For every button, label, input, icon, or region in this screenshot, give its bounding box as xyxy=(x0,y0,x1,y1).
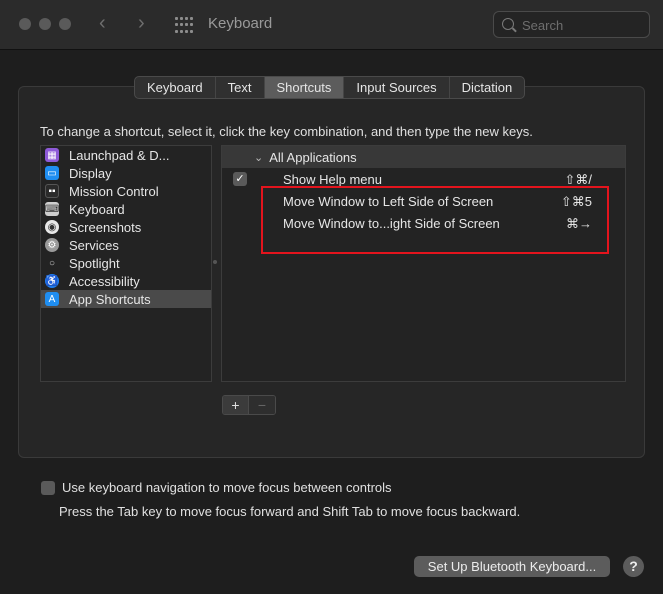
category-label: Services xyxy=(69,237,119,253)
add-shortcut-button[interactable]: + xyxy=(223,396,249,414)
keyboard-icon: ⌨ xyxy=(44,202,60,216)
services-icon: ⚙ xyxy=(45,238,59,252)
close-window-button[interactable] xyxy=(19,18,31,30)
category-label: Accessibility xyxy=(69,273,140,289)
help-button[interactable]: ? xyxy=(623,556,644,577)
keyboard-navigation-hint: Press the Tab key to move focus forward … xyxy=(59,504,521,519)
tab-keyboard[interactable]: Keyboard xyxy=(135,77,216,98)
instructions-text: To change a shortcut, select it, click t… xyxy=(40,124,533,139)
keyboard-navigation-label[interactable]: Use keyboard navigation to move focus be… xyxy=(62,480,392,495)
minimize-window-button[interactable] xyxy=(39,18,51,30)
search-icon xyxy=(502,18,514,30)
setup-bluetooth-keyboard-button[interactable]: Set Up Bluetooth Keyboard... xyxy=(414,556,610,577)
disclosure-chevron-icon[interactable]: ⌄ xyxy=(254,151,263,164)
group-label: All Applications xyxy=(269,149,357,165)
back-chevron-icon[interactable]: ‹ xyxy=(99,12,106,35)
category-label: App Shortcuts xyxy=(69,291,151,307)
category-mission-control[interactable]: ▪▪ Mission Control xyxy=(41,182,211,200)
mission-control-icon: ▪▪ xyxy=(45,184,59,198)
shortcut-list: ⌄ All Applications ✓ Show Help menu ⇧⌘/ … xyxy=(221,145,626,382)
category-label: Display xyxy=(69,165,112,181)
split-view-divider[interactable] xyxy=(213,260,217,264)
tab-dictation[interactable]: Dictation xyxy=(450,77,525,98)
category-keyboard[interactable]: ⌨ Keyboard xyxy=(41,200,211,218)
shortcut-label: Show Help menu xyxy=(283,172,382,187)
add-remove-control: + − xyxy=(222,395,276,415)
window-title: Keyboard xyxy=(208,15,273,32)
launchpad-icon: ▦ xyxy=(45,148,59,162)
screenshots-icon: ◉ xyxy=(45,220,59,234)
search-field[interactable] xyxy=(493,11,650,38)
tab-shortcuts[interactable]: Shortcuts xyxy=(264,77,345,98)
category-app-shortcuts[interactable]: A App Shortcuts xyxy=(41,290,211,308)
category-label: Spotlight xyxy=(69,255,120,271)
forward-chevron-icon[interactable]: › xyxy=(138,12,145,35)
group-all-applications[interactable]: ⌄ All Applications xyxy=(222,146,625,168)
keyboard-navigation-checkbox[interactable] xyxy=(41,481,55,495)
shortcut-enabled-checkbox[interactable]: ✓ xyxy=(233,172,247,186)
tab-bar: Keyboard Text Shortcuts Input Sources Di… xyxy=(134,76,526,99)
display-icon: ▭ xyxy=(45,166,59,180)
category-launchpad-dock[interactable]: ▦ Launchpad & D... xyxy=(41,146,211,164)
category-display[interactable]: ▭ Display xyxy=(41,164,211,182)
category-spotlight[interactable]: ○ Spotlight xyxy=(41,254,211,272)
tab-input-sources[interactable]: Input Sources xyxy=(344,77,450,98)
category-services[interactable]: ⚙ Services xyxy=(41,236,211,254)
category-accessibility[interactable]: ♿ Accessibility xyxy=(41,272,211,290)
category-label: Screenshots xyxy=(69,219,142,235)
tab-text[interactable]: Text xyxy=(216,77,265,98)
show-all-grid-icon[interactable] xyxy=(175,17,193,34)
title-bar: ‹ › Keyboard xyxy=(0,0,663,50)
spotlight-icon: ○ xyxy=(48,257,56,269)
search-input[interactable] xyxy=(522,16,642,34)
category-label: Launchpad & D... xyxy=(69,147,170,163)
category-label: Mission Control xyxy=(69,183,159,199)
category-list: ▦ Launchpad & D... ▭ Display ▪▪ Mission … xyxy=(40,145,212,382)
zoom-window-button[interactable] xyxy=(59,18,71,30)
remove-shortcut-button[interactable]: − xyxy=(249,396,275,414)
category-screenshots[interactable]: ◉ Screenshots xyxy=(41,218,211,236)
category-label: Keyboard xyxy=(69,201,125,217)
annotation-highlight-box xyxy=(261,186,609,254)
app-shortcuts-icon: A xyxy=(45,292,59,306)
accessibility-icon: ♿ xyxy=(45,274,59,288)
